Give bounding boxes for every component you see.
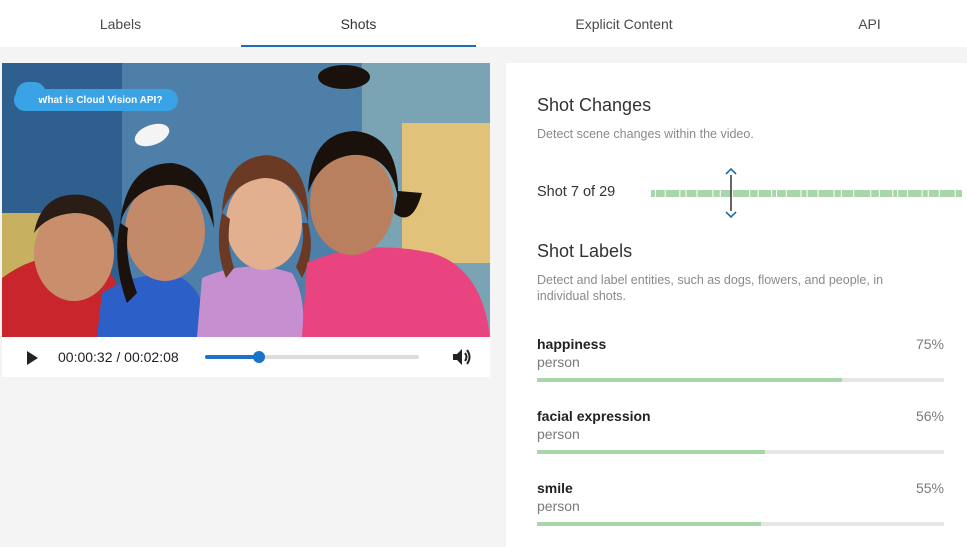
video-badge: What is Cloud Vision API? <box>14 82 179 111</box>
shot-counter: Shot 7 of 29 <box>537 184 616 200</box>
volume-icon[interactable] <box>451 347 473 367</box>
video-frame[interactable]: What is Cloud Vision API? <box>2 63 490 337</box>
tab-labels[interactable]: Labels <box>0 0 241 47</box>
label-confidence: 56% <box>915 408 944 424</box>
shot-segment[interactable] <box>758 190 772 197</box>
shot-labels-description: Detect and label entities, such as dogs,… <box>537 273 884 303</box>
results-panel: Shot Changes Detect scene changes within… <box>506 63 967 547</box>
shot-segment[interactable] <box>680 190 686 197</box>
duration: 00:02:08 <box>124 349 179 365</box>
video-controls: 00:00:32 / 00:02:08 <box>2 337 490 377</box>
shot-timeline[interactable] <box>651 187 963 199</box>
confidence-bar <box>537 378 944 382</box>
shot-segment[interactable] <box>871 190 879 197</box>
shot-segment[interactable] <box>922 190 928 197</box>
shot-labels-title: Shot Labels <box>537 241 633 261</box>
shot-changes-description: Detect scene changes within the video. <box>537 127 754 141</box>
label-item: happiness person 75% <box>537 336 944 392</box>
shot-segment[interactable] <box>893 190 898 197</box>
confidence-bar <box>537 522 944 526</box>
shot-segment[interactable] <box>854 190 871 197</box>
label-confidence: 55% <box>915 480 944 496</box>
confidence-bar <box>537 450 944 454</box>
tab-explicit-content[interactable]: Explicit Content <box>476 0 772 47</box>
label-item: facial expression person 56% <box>537 408 944 464</box>
shot-segment[interactable] <box>772 190 777 197</box>
shot-segment[interactable] <box>777 190 786 197</box>
label-name: facial expression <box>537 408 651 424</box>
time-display: 00:00:32 / 00:02:08 <box>58 349 179 365</box>
tab-shots[interactable]: Shots <box>241 0 476 47</box>
tab-api[interactable]: API <box>772 0 967 47</box>
confidence-bar-fill <box>537 522 761 526</box>
label-item: smile person 55% <box>537 480 944 536</box>
shot-segment[interactable] <box>697 190 713 197</box>
label-confidence: 75% <box>915 336 944 352</box>
shot-segment[interactable] <box>651 190 655 197</box>
shot-segment[interactable] <box>801 190 807 197</box>
confidence-bar-fill <box>537 450 765 454</box>
shot-segment[interactable] <box>898 190 907 197</box>
tab-bar: Labels Shots Explicit Content API <box>0 0 967 47</box>
label-category: person <box>537 426 580 442</box>
shot-changes-title: Shot Changes <box>537 95 652 115</box>
shot-segment[interactable] <box>786 190 801 197</box>
seek-thumb[interactable] <box>252 351 265 363</box>
shot-segment[interactable] <box>713 190 720 197</box>
label-category: person <box>537 498 580 514</box>
shot-segment[interactable] <box>665 190 680 197</box>
play-icon[interactable] <box>24 350 40 366</box>
label-name: smile <box>537 480 573 496</box>
time-separator: / <box>112 349 125 365</box>
shot-segment[interactable] <box>928 190 939 197</box>
shot-segment[interactable] <box>939 190 955 197</box>
current-time: 00:00:32 <box>58 349 113 365</box>
confidence-bar-fill <box>537 378 843 382</box>
label-name: happiness <box>537 336 607 352</box>
shot-segment[interactable] <box>907 190 922 197</box>
shot-position-marker[interactable] <box>724 167 738 219</box>
label-category: person <box>537 354 580 370</box>
seek-bar[interactable] <box>205 351 419 363</box>
shot-segment[interactable] <box>834 190 841 197</box>
shot-segment[interactable] <box>818 190 834 197</box>
shot-segment[interactable] <box>655 190 665 197</box>
shot-segment[interactable] <box>686 190 697 197</box>
shot-segment[interactable] <box>879 190 893 197</box>
shot-segment[interactable] <box>955 190 962 197</box>
seek-progress <box>205 355 259 359</box>
shot-segment[interactable] <box>807 190 818 197</box>
video-player: What is Cloud Vision API? 00:00:32 / 00:… <box>2 63 490 377</box>
shot-segment[interactable] <box>750 190 758 197</box>
shot-segment[interactable] <box>841 190 854 197</box>
